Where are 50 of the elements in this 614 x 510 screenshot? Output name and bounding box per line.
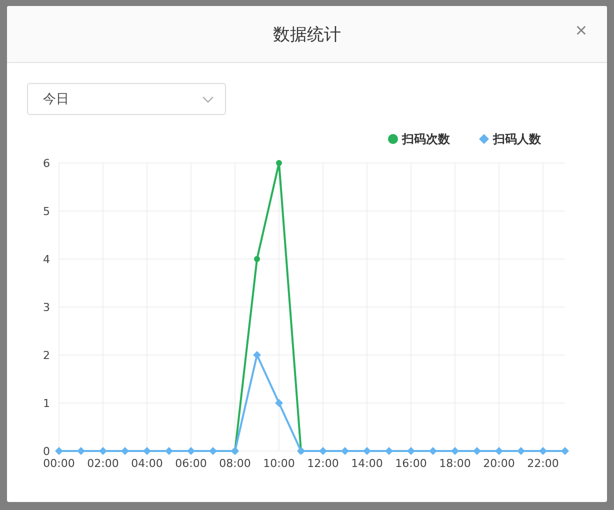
data-point [385, 447, 393, 455]
data-point [121, 447, 129, 455]
data-point [254, 256, 260, 262]
x-axis-label: 14:00 [351, 457, 383, 470]
x-axis-label: 16:00 [395, 457, 427, 470]
data-point [187, 447, 195, 455]
x-axis-label: 06:00 [175, 457, 207, 470]
x-axis-label: 20:00 [483, 457, 515, 470]
y-axis-label: 2 [43, 349, 50, 362]
x-axis-label: 00:00 [43, 457, 75, 470]
data-point [253, 351, 261, 359]
data-point [561, 447, 569, 455]
data-point [429, 447, 437, 455]
data-point [165, 447, 173, 455]
data-point [275, 399, 283, 407]
period-select[interactable]: 今日 [27, 83, 226, 115]
data-point [363, 447, 371, 455]
legend-label: 扫码人数 [493, 132, 541, 146]
data-point [451, 447, 459, 455]
data-point [297, 447, 305, 455]
y-axis-label: 4 [43, 253, 50, 266]
x-axis-label: 12:00 [307, 457, 339, 470]
data-point [55, 447, 63, 455]
data-point [539, 447, 547, 455]
legend-label: 扫码次数 [402, 132, 450, 146]
x-axis-label: 10:00 [263, 457, 295, 470]
data-point [517, 447, 525, 455]
data-point [209, 447, 217, 455]
x-axis-label: 08:00 [219, 457, 251, 470]
data-point [99, 447, 107, 455]
data-point [319, 447, 327, 455]
data-point [143, 447, 151, 455]
chevron-down-icon [202, 96, 214, 102]
data-point [341, 447, 349, 455]
x-axis-label: 04:00 [131, 457, 163, 470]
data-point [77, 447, 85, 455]
data-point [473, 447, 481, 455]
dialog-title: 数据统计 [273, 24, 341, 46]
data-point [407, 447, 415, 455]
y-axis-label: 3 [43, 301, 50, 314]
x-axis-label: 18:00 [439, 457, 471, 470]
x-axis-label: 02:00 [87, 457, 119, 470]
y-axis-label: 5 [43, 205, 50, 218]
y-axis-label: 6 [43, 157, 50, 170]
x-axis-label: 22:00 [527, 457, 559, 470]
data-point [276, 160, 282, 166]
y-axis-label: 0 [43, 445, 50, 458]
data-point [495, 447, 503, 455]
y-axis-label: 1 [43, 397, 50, 410]
data-point [231, 447, 239, 455]
